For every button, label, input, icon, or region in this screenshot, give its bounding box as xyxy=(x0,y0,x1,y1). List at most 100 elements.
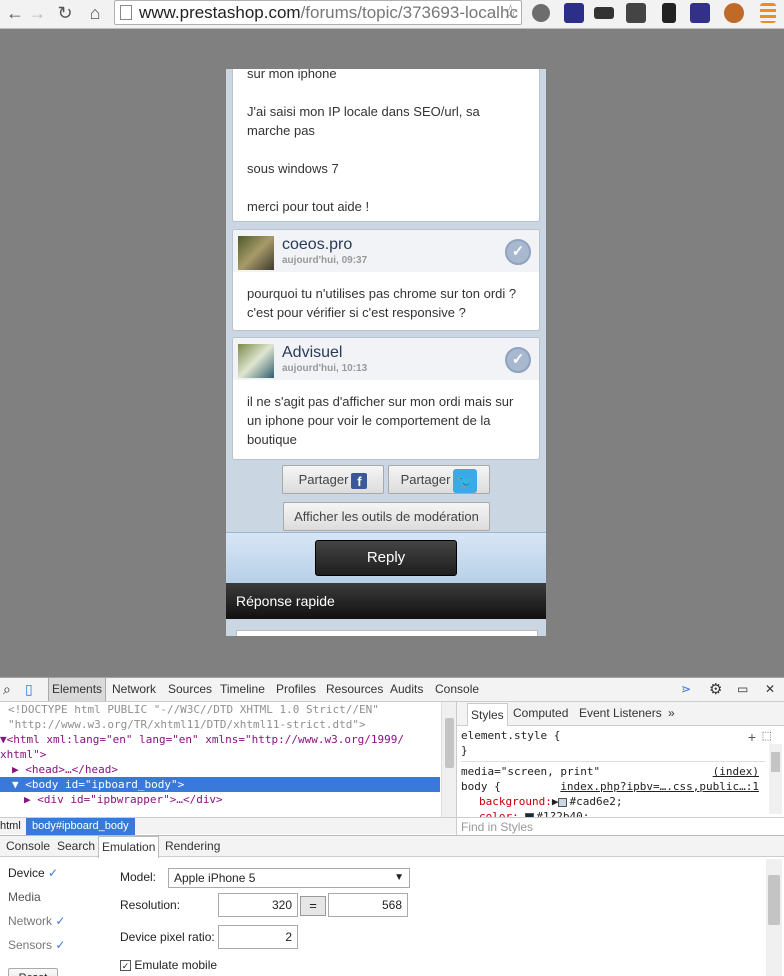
dom-node[interactable]: ▼<html xml:lang="en" lang="en" xmlns="ht… xyxy=(0,732,440,747)
back-icon[interactable]: ← xyxy=(4,2,26,24)
dom-node[interactable]: xhtml"> xyxy=(0,747,440,762)
dpr-input[interactable]: 2 xyxy=(218,925,298,949)
gear-icon[interactable]: ⚙ xyxy=(706,678,725,701)
expand-arrow-icon[interactable]: ▼ xyxy=(0,733,7,746)
reset-button[interactable]: Reset xyxy=(8,968,58,976)
menu-icon[interactable] xyxy=(760,3,776,23)
tab-sources[interactable]: Sources xyxy=(165,678,215,701)
url-host: www.prestashop.com xyxy=(139,3,301,22)
emulate-mobile-label: Emulate mobile xyxy=(134,958,218,972)
devtools-panel: ⌕ ▯ Elements Network Sources Timeline Pr… xyxy=(0,677,784,976)
avatar[interactable] xyxy=(238,236,274,270)
drawer-tab-console[interactable]: Console xyxy=(3,836,53,857)
crumb-body[interactable]: body#ipboard_body xyxy=(26,818,135,835)
ball-extension-icon[interactable] xyxy=(724,3,744,23)
color-swatch[interactable] xyxy=(558,797,568,807)
drawer-tab-search[interactable]: Search xyxy=(54,836,98,857)
find-in-styles-input[interactable]: Find in Styles xyxy=(457,817,784,835)
stylesheet-link[interactable]: index.php?ipbv=….css,public…:1 xyxy=(560,779,759,794)
post-header: Advisuel aujourd'hui, 10:13 ✓ xyxy=(233,338,539,380)
expand-arrow-icon[interactable]: ▼ xyxy=(12,778,25,791)
post-coeos: coeos.pro aujourd'hui, 09:37 ✓ pourquoi … xyxy=(232,229,540,331)
check-icon: ✓ xyxy=(55,938,66,952)
more-tabs-icon[interactable]: » xyxy=(665,702,678,725)
emu-media[interactable]: Media xyxy=(8,890,65,914)
model-select[interactable]: Apple iPhone 5 ▼ xyxy=(168,868,410,888)
home-icon[interactable]: ⌂ xyxy=(84,2,106,24)
pattern-extension-icon[interactable] xyxy=(564,3,584,23)
dom-node[interactable]: "http://www.w3.org/TR/xhtml11/DTD/xhtml1… xyxy=(0,717,440,732)
emu-sensors[interactable]: Sensors ✓ xyxy=(8,938,65,962)
dom-node[interactable]: ▶ <head>…</head> xyxy=(0,762,440,777)
collapse-arrow-icon[interactable]: ▶ xyxy=(12,763,25,776)
reload-icon[interactable]: ↻ xyxy=(54,2,76,24)
styles-scrollbar[interactable] xyxy=(769,744,782,814)
dock-icon[interactable]: ▭ xyxy=(734,678,751,701)
author-name[interactable]: coeos.pro xyxy=(282,236,352,254)
share-facebook-button[interactable]: Partager f xyxy=(282,465,384,494)
dropdown-arrow-icon: ▼ xyxy=(394,872,404,883)
add-rule-icon[interactable]: + xyxy=(748,729,756,745)
tab-profiles[interactable]: Profiles xyxy=(273,678,319,701)
dom-node-selected[interactable]: ▼ <body id="ipboard_body"> xyxy=(0,777,440,792)
tab-timeline[interactable]: Timeline xyxy=(217,678,268,701)
eyedropper-extension-icon[interactable] xyxy=(662,3,676,23)
resolution-width-input[interactable]: 320 xyxy=(218,893,298,917)
first-post: sur mon iphone J'ai saisi mon IP locale … xyxy=(232,69,540,222)
tab-audits[interactable]: Audits xyxy=(387,678,426,701)
devtools-tabbar: ⌕ ▯ Elements Network Sources Timeline Pr… xyxy=(0,678,784,702)
index-link[interactable]: (index) xyxy=(713,764,759,779)
emulated-viewport: sur mon iphone J'ai saisi mon IP locale … xyxy=(226,69,546,636)
post-advisuel: Advisuel aujourd'hui, 10:13 ✓ il ne s'ag… xyxy=(232,337,540,460)
checkmark-icon[interactable]: ✓ xyxy=(505,347,531,373)
device-mode-icon[interactable]: ▯ xyxy=(22,678,36,701)
close-icon[interactable]: ✕ xyxy=(762,678,778,701)
drawer-toggle-icon[interactable]: ⋗ xyxy=(678,678,694,701)
checkmark-icon[interactable]: ✓ xyxy=(505,239,531,265)
background-declaration[interactable]: background:▶ #cad6e2; xyxy=(461,794,765,809)
moderation-button[interactable]: Afficher les outils de modération xyxy=(283,502,490,531)
dollar-extension-icon[interactable] xyxy=(626,3,646,23)
emu-device[interactable]: Device ✓ xyxy=(8,866,65,890)
tab-elements[interactable]: Elements xyxy=(48,678,107,701)
collapse-arrow-icon[interactable]: ▶ xyxy=(24,793,37,806)
tab-console[interactable]: Console xyxy=(432,678,482,701)
crumb-html[interactable]: html xyxy=(0,818,21,835)
bug-extension-icon[interactable] xyxy=(532,4,550,22)
emulation-scrollbar[interactable] xyxy=(766,859,782,976)
tab-resources[interactable]: Resources xyxy=(323,678,386,701)
model-label: Model: xyxy=(120,870,157,884)
address-bar[interactable]: www.prestashop.com/forums/topic/373693-l… xyxy=(114,0,522,25)
inspect-icon[interactable]: ⌕ xyxy=(0,678,14,701)
element-style-rule[interactable]: element.style { xyxy=(461,728,765,743)
drawer-tab-rendering[interactable]: Rendering xyxy=(162,836,223,857)
mask-extension-icon[interactable] xyxy=(594,7,614,19)
styles-tabbar: Styles Computed Event Listeners » xyxy=(457,702,784,726)
url-path: /forums/topic/373693-localhc xyxy=(300,3,518,22)
dom-tree-scrollbar[interactable] xyxy=(441,702,456,817)
tab-network[interactable]: Network xyxy=(109,678,159,701)
tab-event-listeners[interactable]: Event Listeners xyxy=(576,702,665,725)
dom-node[interactable]: ▶ <div id="ipbwrapper">…</div> xyxy=(0,792,440,807)
resolution-height-input[interactable]: 568 xyxy=(328,893,408,917)
emulate-mobile-checkbox[interactable]: ✓ xyxy=(120,960,131,972)
quick-reply-editor[interactable] xyxy=(236,630,538,636)
reply-button[interactable]: Reply xyxy=(315,540,457,576)
swap-dimensions-button[interactable]: = xyxy=(300,896,326,916)
emu-network[interactable]: Network ✓ xyxy=(8,914,65,938)
forward-icon[interactable]: → xyxy=(26,2,48,24)
author-name[interactable]: Advisuel xyxy=(282,344,342,362)
bookmark-star-icon[interactable]: ☆ xyxy=(502,1,519,24)
drawer-tab-emulation[interactable]: Emulation xyxy=(98,836,160,858)
dom-node[interactable]: <!DOCTYPE html PUBLIC "-//W3C//DTD XHTML… xyxy=(0,702,440,717)
rule-close: } xyxy=(461,744,468,757)
tab-computed[interactable]: Computed xyxy=(510,702,571,725)
chart-extension-icon[interactable] xyxy=(690,3,710,23)
share-twitter-button[interactable]: Partager 🐦 xyxy=(388,465,490,494)
styles-rules: element.style { } media="screen, print"(… xyxy=(461,728,765,824)
dom-tree: <!DOCTYPE html PUBLIC "-//W3C//DTD XHTML… xyxy=(0,702,440,817)
toggle-state-icon[interactable]: ⬚ xyxy=(762,729,772,742)
quick-reply-header: Réponse rapide xyxy=(226,583,546,619)
tab-styles[interactable]: Styles xyxy=(467,703,508,726)
avatar[interactable] xyxy=(238,344,274,378)
